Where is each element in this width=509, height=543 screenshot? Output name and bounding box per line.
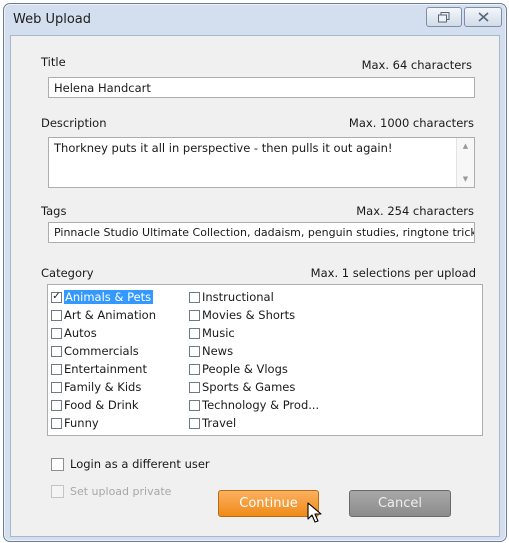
category-checkbox[interactable] [189, 399, 200, 411]
set-upload-private-checkbox [51, 485, 64, 498]
scroll-down-icon[interactable]: ▼ [457, 171, 474, 187]
tags-input[interactable]: Pinnacle Studio Ultimate Collection, dad… [48, 222, 475, 243]
category-item[interactable]: Travel [189, 415, 236, 431]
category-checkbox[interactable] [51, 399, 62, 411]
description-textarea[interactable]: Thorkney puts it all in perspective - th… [48, 137, 475, 188]
category-checkbox[interactable] [51, 345, 62, 357]
mouse-pointer-icon [307, 502, 322, 523]
category-checkbox[interactable] [189, 327, 200, 339]
category-checkbox[interactable] [51, 381, 62, 393]
continue-button[interactable]: Continue [218, 490, 319, 517]
category-checkbox[interactable] [51, 327, 62, 339]
category-checkbox[interactable] [51, 309, 62, 321]
category-item[interactable]: Movies & Shorts [189, 307, 295, 323]
set-upload-private-label: Set upload private [70, 485, 172, 498]
restore-button[interactable] [426, 7, 462, 27]
category-item[interactable]: News [189, 343, 233, 359]
description-scrollbar[interactable]: ▲ ▼ [456, 138, 474, 187]
category-item[interactable]: Family & Kids [51, 379, 141, 395]
title-input[interactable]: Helena Handcart [48, 77, 475, 98]
scroll-up-icon[interactable]: ▲ [457, 138, 474, 154]
category-item[interactable]: Art & Animation [51, 307, 156, 323]
login-different-user-label: Login as a different user [70, 457, 210, 471]
category-checkbox[interactable]: ✓ [51, 291, 62, 303]
title-limit: Max. 64 characters [361, 58, 472, 72]
category-checkbox[interactable] [189, 291, 200, 303]
description-label: Description [41, 116, 107, 130]
category-checkbox[interactable] [189, 363, 200, 375]
category-limit: Max. 1 selections per upload [310, 266, 476, 280]
category-checkbox[interactable] [189, 381, 200, 393]
login-different-user-checkbox[interactable] [51, 457, 64, 471]
title-bar[interactable]: Web Upload [4, 4, 506, 34]
restore-icon [438, 11, 450, 22]
category-item[interactable]: Commercials [51, 343, 139, 359]
category-checkbox[interactable] [189, 309, 200, 321]
category-list: ✓ Animals & Pets Art & Animation Autos C… [47, 284, 483, 436]
category-checkbox[interactable] [189, 417, 200, 429]
category-label: Category [41, 266, 94, 280]
category-item[interactable]: Autos [51, 325, 97, 341]
category-item[interactable]: Sports & Games [189, 379, 295, 395]
description-text: Thorkney puts it all in perspective - th… [54, 141, 393, 155]
category-checkbox[interactable] [51, 363, 62, 375]
category-item[interactable]: Funny [51, 415, 99, 431]
tags-label: Tags [41, 204, 67, 218]
close-button[interactable] [464, 7, 502, 27]
category-item[interactable]: Instructional [189, 289, 274, 305]
tags-limit: Max. 254 characters [356, 204, 474, 218]
title-label: Title [41, 55, 66, 69]
category-checkbox[interactable] [51, 417, 62, 429]
set-upload-private-option: Set upload private [51, 485, 171, 498]
category-item[interactable]: Technology & Prod... [189, 397, 319, 413]
window-title: Web Upload [13, 12, 92, 27]
category-item[interactable]: People & Vlogs [189, 361, 288, 377]
cancel-button[interactable]: Cancel [349, 490, 451, 517]
login-different-user-option[interactable]: Login as a different user [51, 457, 210, 471]
category-item[interactable]: Entertainment [51, 361, 147, 377]
category-item[interactable]: Food & Drink [51, 397, 139, 413]
web-upload-window: Web Upload Title Max. 64 characters Hele… [3, 3, 507, 542]
category-item[interactable]: Music [189, 325, 235, 341]
close-icon [477, 12, 489, 22]
description-limit: Max. 1000 characters [348, 116, 474, 130]
category-item[interactable]: ✓ Animals & Pets [51, 289, 154, 305]
category-checkbox[interactable] [189, 345, 200, 357]
